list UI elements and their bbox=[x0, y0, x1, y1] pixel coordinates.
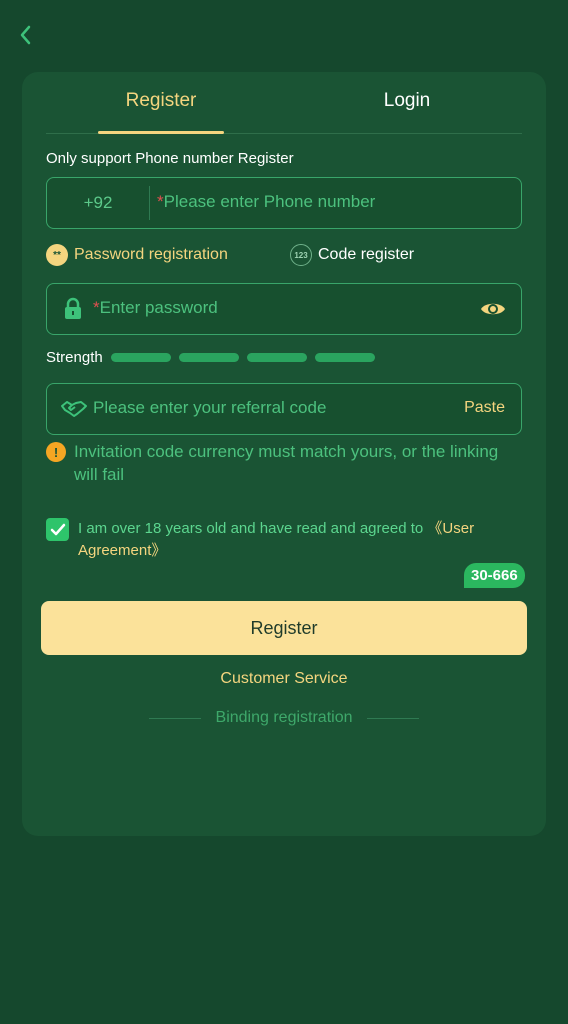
agreement-text: I am over 18 years old and have read and… bbox=[78, 518, 516, 562]
divider-line bbox=[367, 717, 420, 719]
binding-registration-label: Binding registration bbox=[215, 709, 353, 726]
password-mode-icon: ** bbox=[46, 244, 68, 266]
tab-register[interactable]: Register bbox=[98, 90, 224, 112]
phone-placeholder: *Please enter Phone number bbox=[157, 192, 375, 212]
auth-tabs: Register Login bbox=[46, 72, 522, 134]
strength-bar bbox=[110, 353, 171, 362]
invitation-warning: ! Invitation code currency must match yo… bbox=[46, 440, 506, 486]
eye-icon[interactable] bbox=[479, 297, 507, 321]
tab-login[interactable]: Login bbox=[344, 90, 470, 112]
register-button[interactable]: Register bbox=[41, 601, 527, 655]
strength-bar bbox=[314, 353, 375, 362]
referral-code-input[interactable]: Please enter your referral code Paste bbox=[46, 383, 522, 435]
lock-icon bbox=[65, 297, 81, 319]
active-tab-indicator bbox=[98, 131, 224, 134]
country-code-selector[interactable]: +92 bbox=[47, 186, 150, 220]
agreement-checkbox[interactable] bbox=[46, 518, 69, 541]
paste-button[interactable]: Paste bbox=[464, 399, 505, 417]
strength-label: Strength bbox=[46, 349, 103, 366]
handshake-icon bbox=[61, 401, 87, 417]
register-card: Register Login Only support Phone number… bbox=[22, 72, 546, 836]
phone-input[interactable]: +92 *Please enter Phone number bbox=[46, 177, 522, 229]
password-input[interactable]: *Enter password bbox=[46, 283, 522, 335]
code-register-label: Code register bbox=[318, 246, 415, 263]
check-icon bbox=[50, 523, 65, 535]
back-button[interactable] bbox=[10, 20, 40, 50]
strength-bar bbox=[178, 353, 239, 362]
password-registration-option[interactable]: ** Password registration bbox=[46, 244, 228, 266]
strength-bar bbox=[246, 353, 307, 362]
binding-registration-link[interactable]: Binding registration bbox=[22, 709, 546, 727]
agreement-row: I am over 18 years old and have read and… bbox=[46, 518, 516, 562]
back-arrow-icon bbox=[20, 25, 31, 45]
phone-placeholder-text: Please enter Phone number bbox=[163, 192, 376, 211]
password-placeholder: *Enter password bbox=[93, 298, 218, 318]
customer-service-link[interactable]: Customer Service bbox=[22, 670, 546, 688]
agreement-label: I am over 18 years old and have read and… bbox=[78, 520, 428, 537]
required-mark: * bbox=[157, 192, 164, 211]
code-register-option[interactable]: 123 Code register bbox=[290, 244, 414, 266]
divider-line bbox=[148, 717, 201, 719]
code-mode-icon: 123 bbox=[290, 244, 312, 266]
referral-placeholder: Please enter your referral code bbox=[93, 398, 327, 417]
register-screen: Register Login Only support Phone number… bbox=[0, 0, 568, 1024]
warning-text: Invitation code currency must match your… bbox=[74, 442, 499, 484]
password-placeholder-text: Enter password bbox=[99, 298, 218, 317]
warning-icon: ! bbox=[46, 442, 66, 462]
promo-badge: 30-666 bbox=[464, 563, 525, 588]
required-mark: * bbox=[93, 298, 100, 317]
password-strength: Strength bbox=[46, 349, 383, 366]
password-registration-label: Password registration bbox=[74, 246, 228, 263]
phone-hint: Only support Phone number Register bbox=[46, 150, 294, 167]
